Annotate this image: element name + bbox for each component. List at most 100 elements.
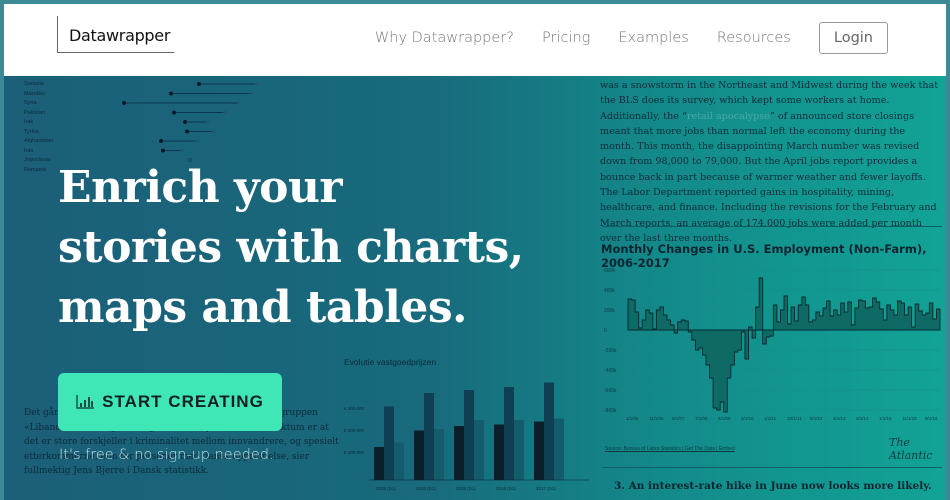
dumbbell-start <box>159 139 163 143</box>
y-tick: 600k <box>604 268 615 274</box>
x-tick: 11/1/06 <box>649 416 664 421</box>
start-creating-button[interactable]: START CREATING <box>58 373 282 431</box>
dumbbell-label: Tyrkia <box>24 128 39 135</box>
dumbbell-label: Somalia <box>24 81 44 87</box>
article-paragraph: was a snowstorm in the Northeast and Mid… <box>600 80 939 244</box>
dumbbell-label: Marokko <box>24 90 46 97</box>
dumbbell-start <box>183 120 187 124</box>
x-tick: 9/1/07 <box>672 416 685 421</box>
x-tick: 2005 (S1) <box>376 486 396 491</box>
y-tick: € 300.000 <box>344 406 365 411</box>
bar <box>534 421 544 480</box>
headline-line: maps and tables. <box>58 282 467 333</box>
x-tick: 1/1/06 <box>626 416 639 421</box>
bar <box>514 420 524 480</box>
nav-pricing[interactable]: Pricing <box>542 30 590 46</box>
dumbbell-label: Pakistan <box>24 109 46 116</box>
dumbbell-end <box>196 139 200 143</box>
hero: Somalia Marokko Syria Pakistan Irak Tyrkia Afg… <box>4 76 946 500</box>
x-tick: 6/1/13 <box>833 416 846 421</box>
dumbbell-start <box>172 110 176 115</box>
y-tick: 200k <box>604 308 615 314</box>
dumbbell-label: Syria <box>24 100 37 106</box>
bar <box>414 430 424 480</box>
nav-resources[interactable]: Resources <box>717 30 791 46</box>
dumbbell-start <box>122 101 126 105</box>
y-tick: 400k <box>604 288 615 294</box>
bar-chart: € 300.000 € 200.000 € 100.000 2005 (S1) 2010… <box>344 382 589 491</box>
bar <box>464 390 474 480</box>
employment-chart: 600k 400k 200k 0 -200k -400k -600k -800k 1/1/06 1… <box>604 268 941 421</box>
y-tick: -600k <box>604 388 617 394</box>
dumbbell-end <box>237 101 241 105</box>
main-nav: Why Datawrapper? Pricing Examples Resour… <box>347 22 888 54</box>
bar <box>554 418 564 480</box>
bar <box>544 382 554 480</box>
y-tick: -200k <box>604 348 617 354</box>
divider <box>602 467 942 468</box>
dumbbell-label: Jugoslavia <box>24 157 50 163</box>
bar <box>394 442 404 480</box>
bar <box>474 420 484 480</box>
x-tick: 2010 (S1) <box>416 486 436 491</box>
dumbbell-label: Iran <box>24 147 34 154</box>
page: Datawrapper Why Datawrapper? Pricing Exa… <box>4 4 946 500</box>
nav-examples[interactable]: Examples <box>618 30 688 46</box>
dumbbell-start <box>185 129 189 134</box>
x-tick: 7/1/08 <box>695 416 708 421</box>
y-tick: € 100.000 <box>344 450 365 455</box>
dumbbell-end <box>255 82 259 86</box>
login-button[interactable]: Login <box>818 22 888 54</box>
bar <box>424 393 434 480</box>
dumbbell-end <box>250 91 254 96</box>
x-tick: 1/1/11 <box>764 416 777 421</box>
dumbbell-start <box>197 82 201 86</box>
chart-source: Source: Bureau of Labor Statistics | Get… <box>605 446 735 452</box>
bar <box>374 447 384 480</box>
x-tick: 10/1/11 <box>787 416 802 421</box>
bar <box>384 406 394 480</box>
bar <box>494 424 504 480</box>
logo[interactable]: Datawrapper <box>57 16 174 53</box>
y-tick: 0 <box>604 328 607 334</box>
x-tick: 11/1/15 <box>902 416 917 421</box>
dumbbell-start <box>161 148 165 153</box>
x-tick: 2016 (S1) <box>496 486 516 491</box>
x-tick: 1/1/15 <box>879 416 892 421</box>
dumbbell-end <box>206 120 210 124</box>
start-creating-label: START CREATING <box>102 392 264 411</box>
atlantic-logo: The Atlantic <box>889 436 933 462</box>
bar <box>454 426 464 480</box>
bar <box>504 387 514 480</box>
dumbbell-label: Afghanistan <box>24 138 54 144</box>
site-header: Datawrapper Why Datawrapper? Pricing Exa… <box>4 4 946 76</box>
employment-area <box>627 277 941 413</box>
headline-line: Enrich your <box>58 162 343 213</box>
dumbbell-label: Romania <box>24 166 47 173</box>
article-link: retail apocalypse <box>686 110 770 122</box>
hero-headline: Enrich your stories with charts, maps an… <box>58 158 524 338</box>
dumbbell-start <box>169 91 173 96</box>
y-tick: -400k <box>604 368 617 374</box>
x-tick: 3/1/14 <box>856 416 869 421</box>
bar-chart-title: Evolutie vastgoedprijzen <box>344 357 437 367</box>
dumbbell-end <box>211 129 215 134</box>
dumbbell-end <box>180 148 184 153</box>
x-tick: 2017 (S1) <box>536 486 556 491</box>
x-tick: 8/1/12 <box>810 416 823 421</box>
x-tick: 2015 (S1) <box>456 486 476 491</box>
bar-chart-icon <box>76 395 95 409</box>
x-tick: 3/1/10 <box>741 416 754 421</box>
free-note: It's free & no sign-up needed. <box>59 447 274 463</box>
x-tick: 5/1/09 <box>718 416 731 421</box>
bar <box>434 429 444 480</box>
y-tick: -800k <box>604 408 617 414</box>
divider <box>602 226 942 227</box>
y-tick: € 200.000 <box>344 428 365 433</box>
dumbbell-end <box>223 110 227 115</box>
headline-line: stories with charts, <box>58 222 524 273</box>
dumbbell-label: Irak <box>24 119 34 125</box>
nav-why-datawrapper[interactable]: Why Datawrapper? <box>375 30 514 46</box>
x-tick: 9/1/16 <box>925 416 938 421</box>
next-heading: 3. An interest-rate hike in June now loo… <box>614 480 932 492</box>
